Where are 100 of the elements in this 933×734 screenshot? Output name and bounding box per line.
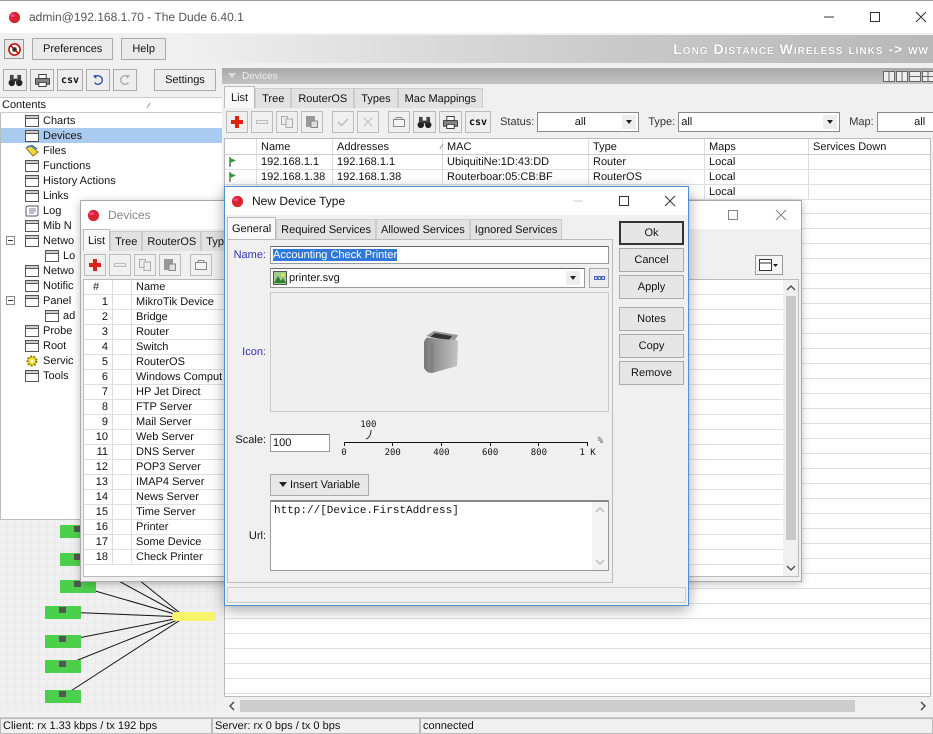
tree-item[interactable]: Probe: [1, 323, 74, 338]
maximize-icon[interactable]: [618, 195, 630, 207]
column-header[interactable]: Name: [132, 281, 166, 293]
tab[interactable]: List: [224, 86, 256, 108]
filter-dropdown[interactable]: all: [678, 112, 840, 132]
find-button[interactable]: [3, 69, 27, 91]
tree-item[interactable]: Lo: [1, 248, 78, 263]
tab[interactable]: Required Services: [276, 219, 376, 239]
dialog-button[interactable]: Remove: [619, 361, 684, 385]
table-cell: 192.168.1.1: [261, 156, 320, 168]
tab[interactable]: Tree: [110, 231, 142, 251]
columns-menu-button[interactable]: [755, 255, 783, 275]
column-header[interactable]: Maps: [705, 139, 809, 154]
slider-thumb[interactable]: 100: [357, 420, 380, 442]
print-button[interactable]: [439, 111, 462, 133]
collapse-icon[interactable]: [6, 296, 15, 305]
dialog-title: New Device Type: [252, 194, 346, 208]
tab[interactable]: Mac Mappings: [398, 88, 484, 108]
settings-button[interactable]: Settings: [154, 69, 216, 91]
dialog-button[interactable]: Notes: [619, 307, 684, 331]
close-icon[interactable]: [664, 195, 676, 207]
paste-icon: [306, 116, 318, 128]
tree-item[interactable]: Devices: [1, 128, 222, 143]
tab[interactable]: Tree: [255, 88, 292, 108]
undo-button[interactable]: [86, 69, 110, 91]
column-header[interactable]: MAC: [443, 139, 589, 154]
collapse-icon[interactable]: [6, 236, 15, 245]
table-icon: [25, 220, 39, 232]
tree-item[interactable]: History Actions: [1, 173, 118, 188]
csv-button[interactable]: csv: [465, 111, 492, 133]
column-header[interactable]: Type: [589, 139, 705, 154]
table-cell: 5: [84, 355, 113, 369]
tab[interactable]: General: [227, 217, 276, 239]
stop-button[interactable]: [4, 39, 24, 59]
scroll-up-icon[interactable]: [786, 285, 796, 291]
icon-dropdown[interactable]: printer.svg: [270, 268, 585, 288]
scroll-down-icon[interactable]: [786, 565, 796, 571]
tab[interactable]: List: [83, 229, 110, 251]
comment-button[interactable]: [190, 254, 212, 276]
tree-item[interactable]: Netwo: [1, 263, 76, 278]
tree-item[interactable]: Netwo: [1, 233, 76, 248]
maximize-icon[interactable]: [869, 11, 881, 23]
table-icon: [25, 264, 39, 276]
tab[interactable]: RouterOS: [291, 88, 354, 108]
column-header[interactable]: Services Down: [809, 139, 930, 154]
dialog-button[interactable]: Ok: [619, 221, 684, 245]
add-button[interactable]: [226, 111, 248, 133]
tree-item[interactable]: Charts: [1, 113, 78, 128]
find-button[interactable]: [413, 111, 436, 133]
scroll-right-icon[interactable]: [919, 701, 927, 711]
table-icon: [25, 174, 39, 186]
tree-item[interactable]: Links: [1, 188, 71, 203]
paste-button[interactable]: [159, 254, 181, 276]
tab[interactable]: Ignored Services: [470, 219, 562, 239]
table-cell: 15: [84, 505, 113, 519]
vertical-scrollbar[interactable]: [783, 280, 798, 576]
layout-icon[interactable]: [883, 70, 933, 82]
dialog-button[interactable]: Copy: [619, 334, 684, 358]
tree-item[interactable]: Notific: [1, 278, 76, 293]
paste-button[interactable]: [301, 111, 323, 133]
tree-item[interactable]: Root: [1, 338, 68, 353]
tree-item[interactable]: Log: [1, 203, 64, 218]
tree-item[interactable]: Servic: [1, 353, 76, 368]
column-header[interactable]: Addresses: [333, 139, 443, 154]
add-button[interactable]: [84, 254, 106, 276]
dialog-button[interactable]: Cancel: [619, 248, 684, 272]
redo-icon: [119, 74, 132, 86]
filter-dropdown[interactable]: all: [876, 112, 933, 132]
print-button[interactable]: [30, 69, 54, 91]
tree-item[interactable]: Panel: [1, 293, 74, 308]
column-header[interactable]: #: [84, 280, 113, 294]
table-cell: 16: [84, 520, 113, 534]
tree-item[interactable]: Functions: [1, 158, 93, 173]
cross-icon: [363, 117, 373, 127]
dialog-button[interactable]: Apply: [619, 275, 684, 299]
close-icon[interactable]: [915, 11, 927, 23]
scroll-left-icon[interactable]: [228, 701, 236, 711]
filter-dropdown[interactable]: all: [537, 112, 640, 132]
status-field: Client: rx 1.33 kbps / tx 192 bps: [0, 718, 212, 734]
columns-icon: [759, 259, 779, 271]
insert-variable-button[interactable]: Insert Variable: [270, 474, 370, 496]
tab[interactable]: RouterOS: [142, 231, 202, 251]
tree-item[interactable]: Files: [1, 143, 68, 158]
scale-field[interactable]: 100: [270, 434, 330, 452]
printer-icon: [443, 116, 458, 128]
csv-button[interactable]: csv: [57, 69, 84, 91]
tree-item[interactable]: Mib N: [1, 218, 74, 233]
menu-button[interactable]: Help: [121, 38, 166, 60]
tree-item[interactable]: Tools: [1, 368, 71, 383]
column-header[interactable]: Name: [257, 139, 333, 154]
name-field[interactable]: Accounting Check Printer: [270, 246, 609, 264]
browse-button[interactable]: [589, 268, 609, 288]
tick-label: 200: [384, 448, 401, 458]
table-icon: [25, 190, 39, 202]
tree-item[interactable]: ad: [1, 308, 78, 323]
menu-button[interactable]: Preferences: [32, 38, 114, 60]
tab[interactable]: Allowed Services: [376, 219, 470, 239]
tab[interactable]: Types: [354, 88, 398, 108]
undo-icon: [92, 74, 104, 86]
status-field: Server: rx 0 bps / tx 0 bps: [212, 718, 420, 734]
